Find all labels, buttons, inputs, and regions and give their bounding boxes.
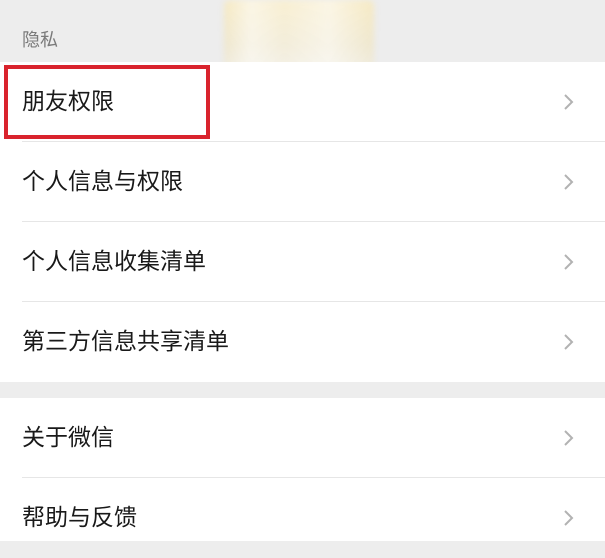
chevron-right-icon	[564, 510, 574, 526]
chevron-right-icon	[564, 254, 574, 270]
chevron-right-icon	[564, 430, 574, 446]
highlight-box	[4, 65, 210, 139]
section-title: 隐私	[22, 30, 58, 51]
help-feedback-label: 帮助与反馈	[22, 505, 137, 531]
chevron-right-icon	[564, 94, 574, 110]
third-party-sharing-list-item[interactable]: 第三方信息共享清单	[0, 302, 605, 382]
about-help-group: 关于微信 帮助与反馈	[0, 398, 605, 541]
personal-info-permissions-label: 个人信息与权限	[22, 169, 183, 195]
third-party-sharing-list-label: 第三方信息共享清单	[22, 329, 229, 355]
about-wechat-item[interactable]: 关于微信	[0, 398, 605, 478]
help-feedback-item[interactable]: 帮助与反馈	[0, 478, 605, 558]
chevron-right-icon	[564, 174, 574, 190]
about-wechat-label: 关于微信	[22, 425, 114, 451]
personal-info-collection-list-item[interactable]: 个人信息收集清单	[0, 222, 605, 302]
personal-info-collection-list-label: 个人信息收集清单	[22, 249, 206, 275]
chevron-right-icon	[564, 334, 574, 350]
personal-info-permissions-item[interactable]: 个人信息与权限	[0, 142, 605, 222]
